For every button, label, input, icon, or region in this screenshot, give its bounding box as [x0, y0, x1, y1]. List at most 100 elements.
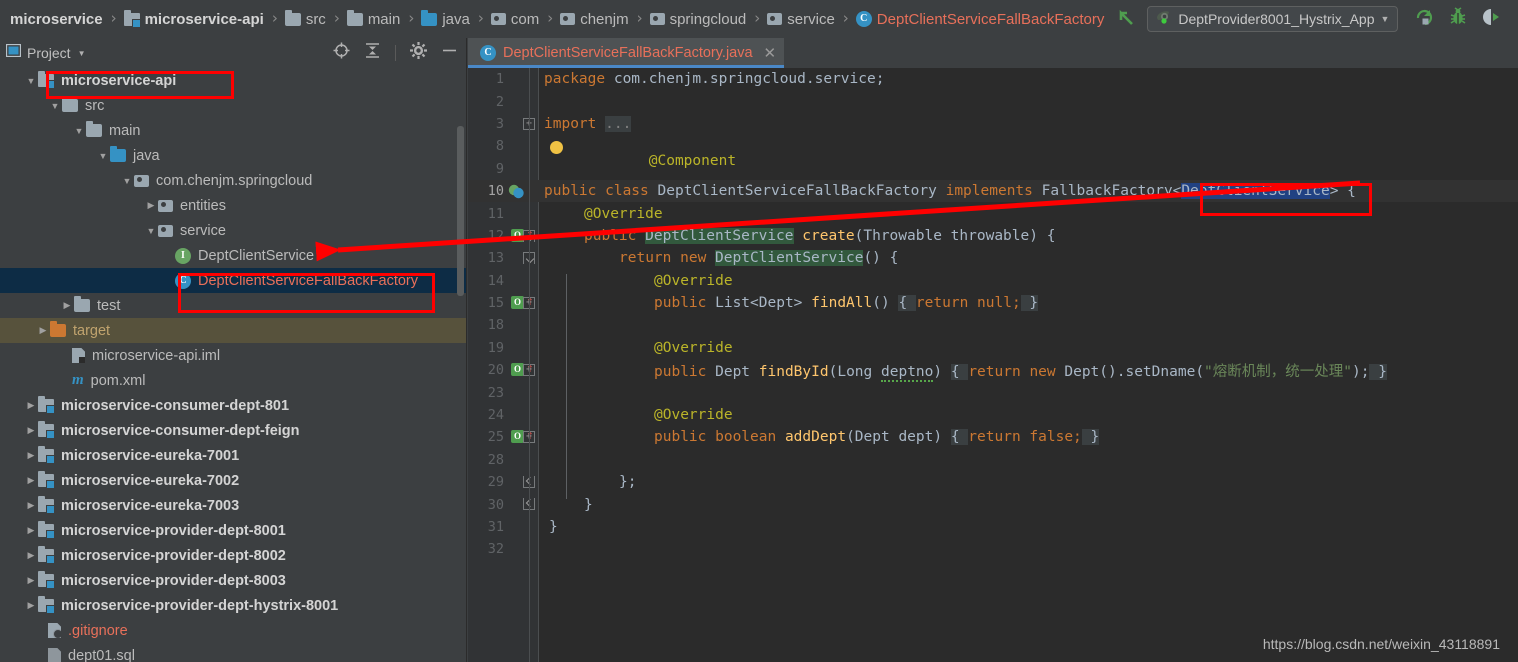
twisty-icon[interactable]: ▶ [24, 575, 38, 586]
tree-item-microservice-provider-dept-8001[interactable]: ▶ microservice-provider-dept-8001 [0, 518, 466, 543]
gutter-marker[interactable] [506, 471, 539, 493]
gutter-marker[interactable] [506, 493, 539, 515]
breadcrumb-chenjm[interactable]: chenjm [559, 0, 629, 38]
gutter-marker [506, 404, 539, 426]
twisty-icon[interactable]: ▶ [24, 425, 38, 436]
tree-item-microservice-eureka-7003[interactable]: ▶ microservice-eureka-7003 [0, 493, 466, 518]
twisty-icon[interactable]: ▶ [24, 525, 38, 536]
breadcrumb-java[interactable]: java [420, 0, 471, 38]
twisty-icon[interactable]: ▶ [36, 325, 50, 336]
gutter-marker[interactable]: O ↑ [506, 225, 539, 247]
breadcrumb-service[interactable]: service [766, 0, 836, 38]
twisty-icon[interactable]: ▶ [144, 200, 158, 211]
folded-body-close[interactable]: } [1081, 429, 1100, 446]
tree-item-target[interactable]: ▶ target [0, 318, 466, 343]
gutter-marker[interactable]: O ↑ + [506, 292, 539, 314]
breadcrumb-springcloud[interactable]: springcloud [649, 0, 748, 38]
breadcrumb-microservice-api[interactable]: microservice-api [123, 0, 265, 38]
breadcrumb-DeptClientServiceFallBackFactory[interactable]: C DeptClientServiceFallBackFactory [855, 0, 1106, 38]
coverage-icon[interactable] [1482, 7, 1502, 32]
green-arrow-icon[interactable] [1115, 6, 1137, 33]
twisty-icon[interactable]: ▼ [24, 76, 38, 86]
editor-area: C DeptClientServiceFallBackFactory.java … [468, 38, 1518, 662]
tree-item-microservice-provider-dept-8003[interactable]: ▶ microservice-provider-dept-8003 [0, 568, 466, 593]
twisty-icon[interactable]: ▶ [24, 500, 38, 511]
tree-item-java[interactable]: ▼ java [0, 143, 466, 168]
tree-item-microservice-eureka-7001[interactable]: ▶ microservice-eureka-7001 [0, 443, 466, 468]
code-editor[interactable]: 1 package com.chenjm.springcloud.service… [468, 68, 1518, 662]
gutter-marker[interactable]: O ↑ + [506, 426, 539, 448]
tree-item-gitignore[interactable]: .gitignore [0, 618, 466, 643]
breadcrumb-src[interactable]: src [284, 0, 327, 38]
folded-body-open[interactable]: { [898, 295, 916, 312]
gutter-marker[interactable]: O ↑ + [506, 359, 539, 381]
breadcrumb-com[interactable]: com [490, 0, 540, 38]
code-text: @Override [539, 340, 733, 356]
breadcrumb-microservice[interactable]: microservice [4, 0, 104, 38]
method-name-addDept: addDept [784, 429, 847, 446]
twisty-icon[interactable]: ▶ [60, 300, 74, 311]
tree-item-microservice-api-iml[interactable]: microservice-api.iml [0, 343, 466, 368]
tree-item-microservice-eureka-7002[interactable]: ▶ microservice-eureka-7002 [0, 468, 466, 493]
navigation-bar: microservice › microservice-api › src › … [0, 0, 1518, 38]
tree-item-microservice-provider-dept-8002[interactable]: ▶ microservice-provider-dept-8002 [0, 543, 466, 568]
tree-item-microservice-provider-dept-hystrix-8001[interactable]: ▶ microservice-provider-dept-hystrix-800… [0, 593, 466, 618]
keyword-package: package [544, 71, 606, 88]
folded-body-close[interactable]: } [1369, 363, 1387, 380]
return-type: List<Dept> [715, 295, 812, 312]
code-line: 12 O ↑ public DeptClientService create(T… [468, 225, 1518, 247]
line-number: 28 [487, 451, 504, 468]
twisty-icon[interactable]: ▼ [144, 226, 158, 236]
tree-item-microservice-api[interactable]: ▼ microservice-api [0, 68, 466, 93]
twisty-icon[interactable]: ▼ [96, 151, 110, 161]
twisty-icon[interactable]: ▼ [72, 126, 86, 136]
tree-item-dept01-sql[interactable]: dept01.sql [0, 643, 466, 662]
run-configuration-selector[interactable]: DeptProvider8001_Hystrix_App ▼ [1147, 6, 1399, 32]
twisty-icon[interactable]: ▶ [24, 475, 38, 486]
module-icon [38, 596, 55, 614]
collapse-all-icon[interactable] [364, 42, 381, 64]
editor-tab-DeptClientServiceFallBackFactory[interactable]: C DeptClientServiceFallBackFactory.java … [468, 38, 785, 68]
module-icon [38, 546, 55, 564]
folded-body-close[interactable]: } [1020, 295, 1039, 312]
tree-item-service[interactable]: ▼ service [0, 218, 466, 243]
twisty-icon[interactable]: ▶ [24, 450, 38, 461]
twisty-icon[interactable]: ▼ [48, 101, 62, 111]
project-tree[interactable]: ▼ microservice-api ▼ src ▼ main ▼ java ▼… [0, 68, 466, 662]
minus-icon[interactable] [441, 42, 458, 64]
close-icon[interactable]: ✕ [760, 46, 777, 61]
gutter-marker [506, 90, 539, 112]
twisty-icon[interactable]: ▶ [24, 400, 38, 411]
twisty-icon[interactable]: ▶ [24, 600, 38, 611]
selected-generic-type[interactable]: DeptClientService [1181, 183, 1330, 200]
gear-icon[interactable] [410, 42, 427, 64]
project-tree-scrollbar[interactable] [457, 126, 464, 296]
tree-item-label: microservice-eureka-7003 [61, 497, 240, 514]
folded-body-open[interactable]: { [950, 429, 969, 446]
folded-imports-placeholder[interactable]: ... [605, 115, 632, 132]
tree-item-microservice-consumer-dept-801[interactable]: ▶ microservice-consumer-dept-801 [0, 393, 466, 418]
run-icon[interactable] [1414, 7, 1434, 32]
crosshair-icon[interactable] [333, 42, 350, 64]
breadcrumb-main[interactable]: main [346, 0, 402, 38]
bug-icon[interactable] [1448, 6, 1468, 32]
tree-item-com-chenjm-springcloud[interactable]: ▼ com.chenjm.springcloud [0, 168, 466, 193]
package-icon [158, 199, 173, 212]
implemented-by-icon[interactable] [508, 183, 524, 199]
tree-item-microservice-consumer-dept-feign[interactable]: ▶ microservice-consumer-dept-feign [0, 418, 466, 443]
tree-item-pom-xml[interactable]: m pom.xml [0, 368, 466, 393]
twisty-icon[interactable]: ▶ [24, 550, 38, 561]
gutter-marker[interactable] [506, 247, 539, 269]
gutter-marker[interactable] [506, 180, 539, 202]
intention-bulb-icon[interactable] [550, 140, 563, 154]
folded-body-open[interactable]: { [950, 363, 969, 380]
tree-item-test[interactable]: ▶ test [0, 293, 466, 318]
tree-item-src[interactable]: ▼ src [0, 93, 466, 118]
tree-item-DeptClientService[interactable]: I DeptClientService [0, 243, 466, 268]
tree-item-DeptClientServiceFallBackFactory[interactable]: C DeptClientServiceFallBackFactory [0, 268, 466, 293]
gutter-marker[interactable]: + [506, 113, 539, 135]
line-number: 10 [487, 183, 504, 200]
twisty-icon[interactable]: ▼ [120, 176, 134, 186]
tree-item-main[interactable]: ▼ main [0, 118, 466, 143]
tree-item-entities[interactable]: ▶ entities [0, 193, 466, 218]
